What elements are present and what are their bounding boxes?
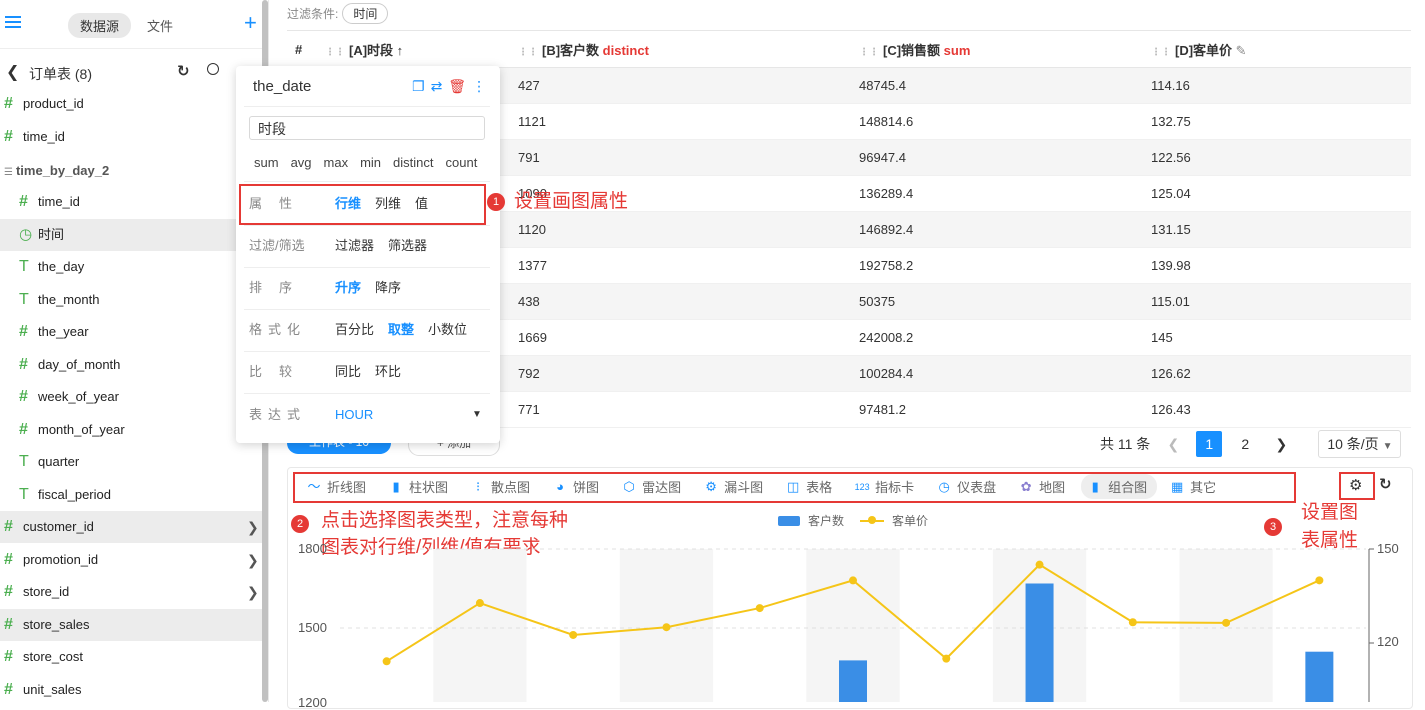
line-point — [569, 630, 578, 639]
bar — [1025, 583, 1054, 702]
line-point — [475, 599, 484, 608]
bar — [839, 660, 867, 702]
line-point — [942, 654, 951, 663]
bar — [1305, 651, 1334, 702]
line-point — [849, 576, 857, 585]
line-point — [1315, 576, 1324, 585]
combo-chart — [340, 548, 1374, 702]
line-point — [1222, 618, 1231, 627]
line-point — [1035, 560, 1044, 569]
line-point — [662, 623, 671, 632]
line-point — [755, 604, 764, 613]
line-point — [1128, 618, 1137, 627]
category-band — [433, 549, 527, 702]
line-point — [382, 657, 391, 666]
